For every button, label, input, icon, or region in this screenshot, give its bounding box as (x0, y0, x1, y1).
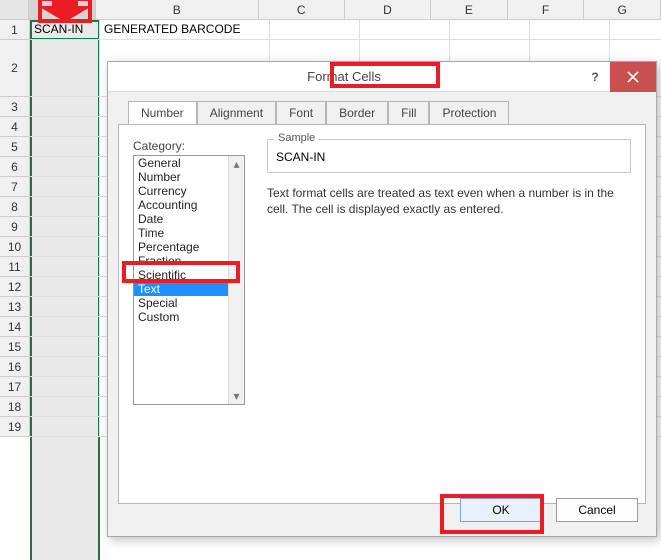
cell[interactable] (30, 117, 100, 137)
cell[interactable] (30, 357, 100, 377)
tab-fill[interactable]: Fill (388, 101, 429, 125)
column-header-b[interactable]: B (96, 0, 259, 19)
format-cells-dialog: Format Cells ? NumberAlignmentFontBorder… (107, 61, 657, 537)
cell[interactable] (30, 277, 100, 297)
tab-panel-number: Category: GeneralNumberCurrencyAccountin… (118, 124, 646, 504)
dialog-button-row: OK Cancel (460, 498, 638, 522)
row-header-11[interactable]: 11 (0, 257, 30, 277)
sample-box: Sample SCAN-IN (267, 139, 631, 173)
tab-strip: NumberAlignmentFontBorderFillProtection (128, 100, 646, 124)
cell[interactable] (30, 397, 100, 417)
close-icon (627, 71, 639, 83)
sample-label: Sample (274, 132, 319, 144)
tab-font[interactable]: Font (276, 101, 326, 125)
dialog-title: Format Cells (108, 69, 580, 84)
close-button[interactable] (610, 62, 656, 92)
tab-alignment[interactable]: Alignment (197, 101, 276, 125)
column-header-c[interactable]: C (259, 0, 345, 19)
annotation-arrow-down (38, 0, 92, 22)
row-header-12[interactable]: 12 (0, 277, 30, 297)
scroll-down-icon[interactable]: ▾ (229, 388, 244, 404)
row-header-5[interactable]: 5 (0, 137, 30, 157)
cell[interactable] (30, 297, 100, 317)
row-header-16[interactable]: 16 (0, 357, 30, 377)
cell[interactable] (30, 217, 100, 237)
cell[interactable] (30, 377, 100, 397)
row-header-4[interactable]: 4 (0, 117, 30, 137)
row-header-6[interactable]: 6 (0, 157, 30, 177)
row-headers: 12345678910111213141516171819 (0, 20, 30, 437)
scroll-up-icon[interactable]: ▴ (229, 156, 244, 172)
column-header-g[interactable]: G (584, 0, 661, 19)
tab-number[interactable]: Number (128, 101, 197, 125)
cell-b1[interactable]: GENERATED BARCODE (100, 20, 270, 40)
listbox-scrollbar[interactable]: ▴ ▾ (228, 156, 244, 404)
dialog-titlebar[interactable]: Format Cells ? (108, 62, 656, 92)
cell[interactable] (30, 97, 100, 117)
row-header-9[interactable]: 9 (0, 217, 30, 237)
column-headers-row: ABCDEFG (0, 0, 661, 20)
cell[interactable] (360, 20, 450, 40)
category-listbox[interactable]: GeneralNumberCurrencyAccountingDateTimeP… (133, 155, 245, 405)
cell[interactable] (610, 20, 661, 40)
cell[interactable] (30, 40, 100, 97)
row-header-8[interactable]: 8 (0, 197, 30, 217)
tab-protection[interactable]: Protection (429, 101, 509, 125)
cell[interactable] (30, 177, 100, 197)
row-header-15[interactable]: 15 (0, 337, 30, 357)
cell-a1[interactable]: SCAN-IN (30, 20, 100, 40)
row-header-14[interactable]: 14 (0, 317, 30, 337)
cell[interactable] (30, 317, 100, 337)
cell[interactable] (30, 417, 100, 437)
cell[interactable] (530, 20, 610, 40)
cell[interactable] (30, 197, 100, 217)
row-header-2[interactable]: 2 (0, 40, 30, 97)
column-header-d[interactable]: D (345, 0, 431, 19)
help-button[interactable]: ? (580, 70, 610, 84)
row-header-18[interactable]: 18 (0, 397, 30, 417)
row-header-7[interactable]: 7 (0, 177, 30, 197)
row-header-19[interactable]: 19 (0, 417, 30, 437)
column-header-f[interactable]: F (508, 0, 585, 19)
dialog-body: NumberAlignmentFontBorderFillProtection … (108, 92, 656, 536)
sample-value: SCAN-IN (276, 150, 622, 164)
tab-border[interactable]: Border (326, 101, 388, 125)
cell[interactable] (30, 137, 100, 157)
cell[interactable] (30, 237, 100, 257)
cell[interactable] (270, 20, 360, 40)
row-header-17[interactable]: 17 (0, 377, 30, 397)
select-all-corner[interactable] (0, 0, 29, 19)
row-header-13[interactable]: 13 (0, 297, 30, 317)
cell[interactable] (30, 257, 100, 277)
column-header-e[interactable]: E (431, 0, 508, 19)
cell[interactable] (30, 157, 100, 177)
ok-button[interactable]: OK (460, 498, 542, 522)
cancel-button[interactable]: Cancel (556, 498, 638, 522)
cell[interactable] (450, 20, 530, 40)
cell[interactable] (30, 337, 100, 357)
row-header-3[interactable]: 3 (0, 97, 30, 117)
row-header-10[interactable]: 10 (0, 237, 30, 257)
format-description: Text format cells are treated as text ev… (267, 185, 631, 217)
row-header-1[interactable]: 1 (0, 20, 30, 40)
